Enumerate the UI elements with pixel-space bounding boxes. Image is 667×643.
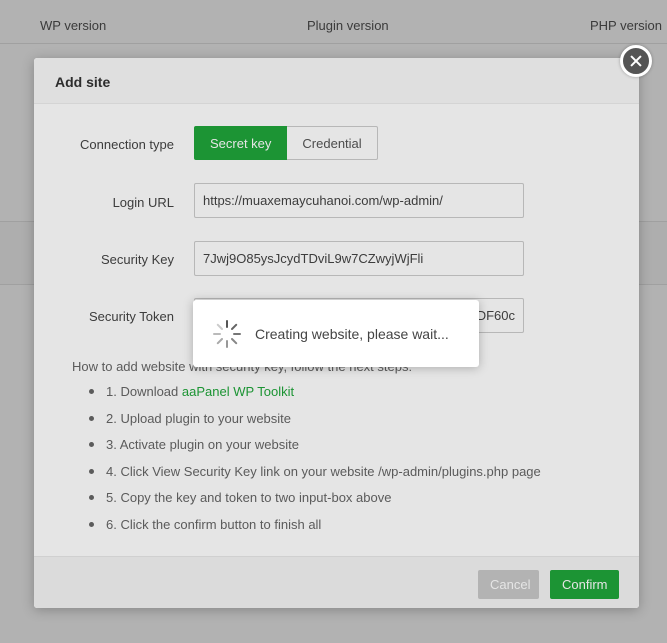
close-icon[interactable] [620,45,652,77]
loading-message: Creating website, please wait... [255,326,449,342]
loading-toast: Creating website, please wait... [193,300,479,367]
spinner-icon [213,320,241,348]
